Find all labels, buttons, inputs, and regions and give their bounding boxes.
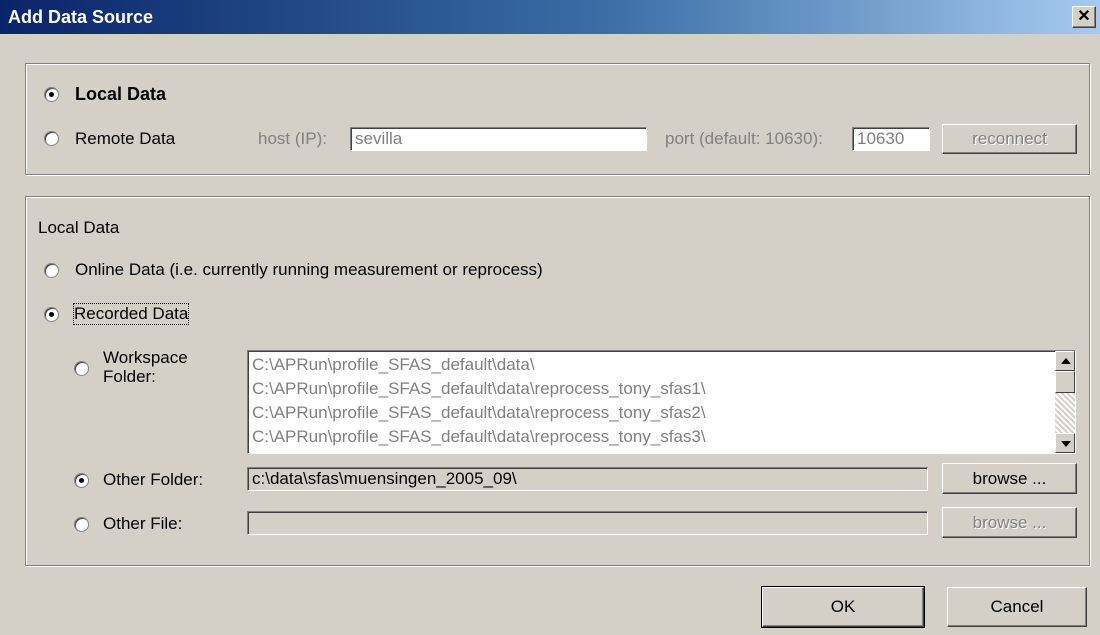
local-data-group-title: Local Data: [38, 218, 120, 237]
list-item[interactable]: C:\APRun\profile_SFAS_default\data\repro…: [252, 425, 1042, 449]
other-folder-browse-button[interactable]: browse ...: [942, 463, 1077, 494]
ok-button-label: OK: [830, 597, 856, 616]
workspace-folder-label-line1[interactable]: Workspace: [103, 348, 188, 368]
other-folder-label[interactable]: Other Folder:: [103, 470, 203, 490]
scroll-up-arrow-icon: [1061, 358, 1071, 364]
online-data-radio[interactable]: [44, 263, 59, 278]
online-data-label[interactable]: Online Data (i.e. currently running meas…: [75, 260, 543, 280]
port-input[interactable]: [852, 127, 930, 151]
scroll-track[interactable]: [1055, 393, 1075, 433]
workspace-folder-list[interactable]: C:\APRun\profile_SFAS_default\data\ C:\A…: [247, 350, 1076, 454]
other-folder-radio[interactable]: [74, 473, 89, 488]
title-bar: Add Data Source ✕: [0, 0, 1100, 34]
scroll-up-button[interactable]: [1055, 351, 1075, 371]
scroll-down-button[interactable]: [1055, 433, 1075, 453]
recorded-data-radio[interactable]: [44, 307, 59, 322]
window-title: Add Data Source: [8, 7, 154, 27]
port-label: port (default: 10630):: [665, 129, 823, 148]
other-folder-browse-label: browse ...: [972, 469, 1047, 488]
other-folder-input[interactable]: [247, 467, 928, 491]
other-file-browse-button[interactable]: browse ...: [942, 507, 1077, 538]
local-data-radio[interactable]: [44, 87, 59, 102]
other-file-label[interactable]: Other File:: [103, 514, 182, 534]
cancel-button-label: Cancel: [990, 597, 1044, 616]
ok-button[interactable]: OK: [761, 586, 925, 628]
list-item[interactable]: C:\APRun\profile_SFAS_default\data\repro…: [252, 401, 1042, 425]
workspace-folder-radio[interactable]: [74, 361, 89, 376]
local-data-label[interactable]: Local Data: [75, 84, 166, 105]
host-input[interactable]: [350, 127, 647, 151]
reconnect-button-label: reconnect: [972, 129, 1047, 148]
scroll-down-arrow-icon: [1061, 441, 1071, 447]
other-file-browse-label: browse ...: [972, 513, 1047, 532]
other-file-radio[interactable]: [74, 517, 89, 532]
list-item[interactable]: C:\APRun\profile_SFAS_default\data\repro…: [252, 377, 1042, 401]
other-file-input[interactable]: [247, 511, 928, 535]
workspace-folder-label-line2[interactable]: Folder:: [103, 367, 156, 387]
host-label: host (IP):: [258, 129, 327, 148]
cancel-button[interactable]: Cancel: [947, 587, 1087, 627]
close-icon: ✕: [1077, 8, 1091, 25]
close-button[interactable]: ✕: [1072, 6, 1096, 28]
reconnect-button[interactable]: reconnect: [942, 124, 1077, 154]
remote-data-radio[interactable]: [44, 131, 59, 146]
list-item[interactable]: C:\APRun\profile_SFAS_default\data\: [252, 353, 1042, 377]
remote-data-label[interactable]: Remote Data: [75, 129, 175, 149]
scroll-thumb[interactable]: [1055, 371, 1075, 393]
workspace-list-scrollbar[interactable]: [1055, 351, 1075, 453]
recorded-data-label[interactable]: Recorded Data: [72, 303, 190, 325]
source-group: [25, 63, 1090, 175]
